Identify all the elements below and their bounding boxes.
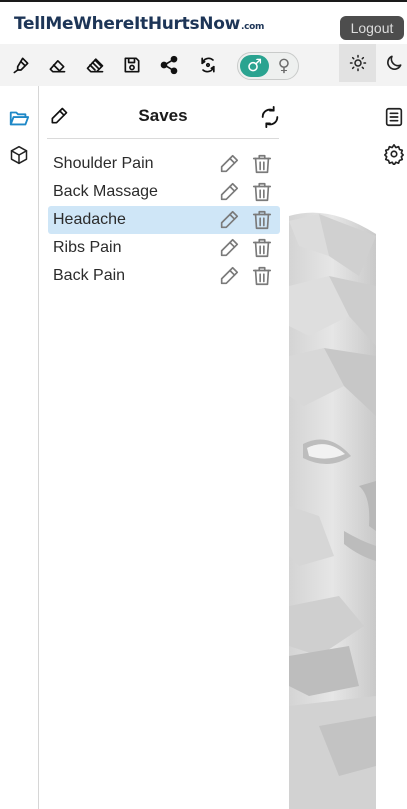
list-item-selected[interactable]: Headache [48, 206, 280, 234]
save-button[interactable] [119, 52, 145, 78]
share-icon [160, 55, 178, 75]
rotate-icon [201, 57, 215, 73]
refresh-icon[interactable] [259, 106, 281, 128]
save-item-label: Back Massage [53, 183, 158, 200]
saves-panel: Saves Shoulder Pain Back Massage Headach… [39, 86, 289, 809]
head-model[interactable] [289, 86, 376, 809]
app-logo[interactable]: TellMeWhereItHurtsNow.com [14, 14, 264, 36]
clear-tool-button[interactable] [82, 52, 108, 78]
clear-eraser-icon [86, 58, 104, 73]
sun-icon [349, 54, 366, 72]
gender-toggle[interactable]: ♂ ♀ [237, 52, 299, 80]
pen-tool-button[interactable] [8, 52, 34, 78]
logout-button[interactable]: Logout [340, 16, 404, 40]
list-item[interactable]: Shoulder Pain [48, 150, 280, 178]
save-item-label: Shoulder Pain [53, 155, 154, 172]
logo-text: TellMeWhereItHurtsNow [14, 14, 240, 34]
trash-icon[interactable] [251, 153, 273, 175]
list-item[interactable]: Ribs Pain [48, 234, 280, 262]
light-theme-button[interactable] [339, 44, 376, 82]
edit-pencil-icon[interactable] [218, 181, 240, 203]
rotate-button[interactable] [195, 52, 221, 78]
right-sidebar [376, 86, 407, 809]
saves-panel-title: Saves [138, 106, 188, 125]
edit-pencil-icon[interactable] [218, 237, 240, 259]
trash-icon[interactable] [251, 265, 273, 287]
save-item-label: Ribs Pain [53, 239, 122, 256]
save-icon [124, 57, 140, 73]
cube-icon [10, 145, 28, 165]
edit-pencil-icon[interactable] [218, 153, 240, 175]
trash-icon[interactable] [251, 209, 273, 231]
pen-icon [13, 57, 29, 74]
save-item-label: Headache [53, 211, 126, 228]
saves-panel-header: Saves [47, 98, 279, 139]
list-item[interactable]: Back Massage [48, 178, 280, 206]
list-item[interactable]: Back Pain [48, 262, 280, 290]
eraser-icon [49, 60, 66, 73]
models-tab-button[interactable] [7, 143, 31, 167]
dark-theme-button[interactable] [381, 44, 407, 82]
app-header: TellMeWhereItHurtsNow.com Logout [0, 2, 407, 44]
save-item-label: Back Pain [53, 267, 126, 284]
3d-model-viewport[interactable] [289, 86, 376, 809]
female-option[interactable]: ♀ [272, 55, 296, 77]
edit-pencil-icon[interactable] [218, 265, 240, 287]
share-button[interactable] [156, 52, 182, 78]
list-icon[interactable] [383, 106, 405, 128]
left-sidebar [0, 86, 39, 809]
logo-suffix: .com [241, 22, 265, 32]
saves-list: Shoulder Pain Back Massage Headache Ribs… [48, 150, 280, 290]
trash-icon[interactable] [251, 237, 273, 259]
trash-icon[interactable] [251, 181, 273, 203]
male-option[interactable]: ♂ [240, 55, 269, 77]
edit-pencil-icon[interactable] [218, 209, 240, 231]
eraser-tool-button[interactable] [44, 52, 70, 78]
gear-icon[interactable] [383, 143, 405, 165]
moon-icon [387, 55, 402, 70]
folder-open-icon [9, 111, 30, 126]
saves-tab-button[interactable] [7, 106, 31, 130]
